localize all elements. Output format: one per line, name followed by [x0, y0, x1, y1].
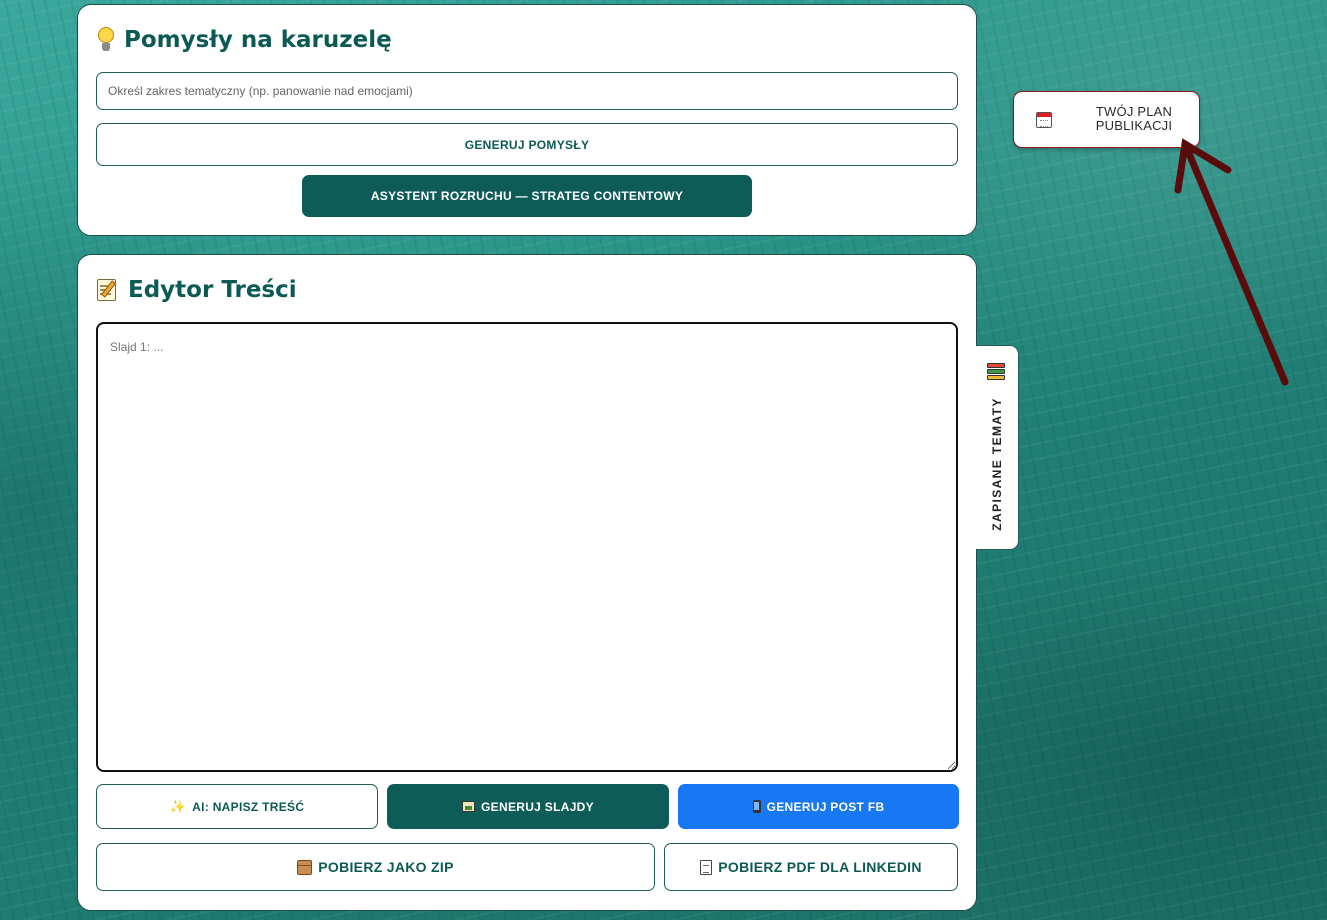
generate-slides-button[interactable]: GENERUJ SLAJDY: [387, 784, 669, 829]
publication-plan-button[interactable]: TWÓJ PLAN PUBLIKACJI: [1013, 91, 1200, 148]
content-strategist-button[interactable]: ASYSTENT ROZRUCHU — STRATEG CONTENTOWY: [302, 175, 752, 217]
ideas-title-text: Pomysły na karuzelę: [124, 27, 392, 53]
page-icon: [700, 859, 713, 875]
topic-input[interactable]: [96, 72, 958, 110]
phone-icon: [752, 800, 761, 813]
calendar-icon: [1036, 112, 1052, 128]
lightbulb-icon: [96, 27, 116, 53]
editor-card: Edytor Treści ✨ AI: NAPISZ TREŚĆ GENERUJ…: [77, 254, 977, 911]
generate-slides-label: GENERUJ SLAJDY: [481, 799, 594, 814]
download-zip-button[interactable]: POBIERZ JAKO ZIP: [96, 843, 655, 891]
generate-ideas-button[interactable]: GENERUJ POMYSŁY: [96, 123, 958, 166]
generate-ideas-label: GENERUJ POMYSŁY: [464, 137, 590, 152]
download-pdf-button[interactable]: POBIERZ PDF DLA LINKEDIN: [664, 843, 958, 891]
publication-plan-line2: PUBLIKACJI: [1095, 118, 1173, 133]
books-icon: [987, 363, 1005, 381]
editor-title: Edytor Treści: [96, 277, 297, 303]
generate-fb-post-button[interactable]: GENERUJ POST FB: [678, 784, 959, 829]
memo-icon: [96, 278, 120, 302]
publication-plan-line1: TWÓJ PLAN: [1095, 104, 1173, 119]
ideas-card: Pomysły na karuzelę GENERUJ POMYSŁY ASYS…: [77, 4, 977, 236]
download-zip-label: POBIERZ JAKO ZIP: [318, 859, 454, 875]
ai-write-content-button[interactable]: ✨ AI: NAPISZ TREŚĆ: [96, 784, 378, 829]
picture-icon: [462, 801, 476, 812]
ideas-title: Pomysły na karuzelę: [96, 27, 392, 53]
saved-topics-label: ZAPISANE TEMATY: [990, 397, 1004, 531]
download-pdf-label: POBIERZ PDF DLA LINKEDIN: [718, 859, 922, 875]
generate-fb-post-label: GENERUJ POST FB: [766, 799, 885, 814]
annotation-arrow: [1174, 138, 1289, 386]
content-strategist-label: ASYSTENT ROZRUCHU — STRATEG CONTENTOWY: [370, 189, 684, 203]
content-editor-textarea[interactable]: [96, 322, 958, 772]
annotation-arrow-head: [1174, 138, 1232, 194]
editor-title-text: Edytor Treści: [128, 277, 297, 303]
annotation-arrow-shaft: [1181, 140, 1289, 386]
publication-plan-label: TWÓJ PLAN PUBLIKACJI: [1084, 105, 1184, 133]
package-icon: [297, 859, 313, 875]
ai-write-content-label: AI: NAPISZ TREŚĆ: [192, 799, 305, 814]
saved-topics-tab[interactable]: ZAPISANE TEMATY: [976, 345, 1019, 550]
sparkles-icon: ✨: [169, 799, 187, 814]
